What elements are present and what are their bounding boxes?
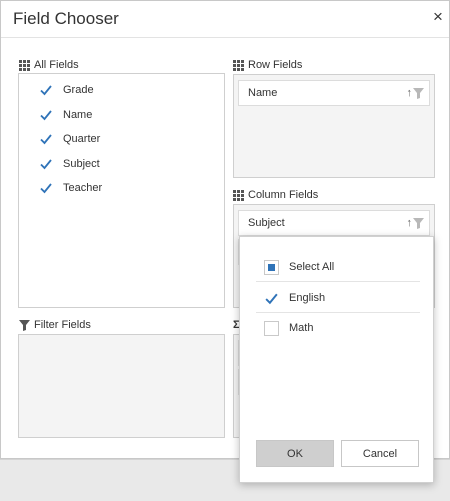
- checkmark-icon[interactable]: [264, 291, 279, 306]
- ok-button[interactable]: OK: [256, 440, 334, 467]
- checkmark-icon[interactable]: [39, 157, 53, 171]
- field-label: Quarter: [63, 133, 101, 145]
- field-item-name[interactable]: Name: [39, 106, 92, 124]
- option-label: English: [289, 292, 326, 304]
- field-label: Grade: [63, 84, 94, 96]
- title-divider: [1, 37, 449, 38]
- chip-label: Subject: [248, 217, 285, 229]
- field-item-subject[interactable]: Subject: [39, 155, 100, 173]
- all-fields-label: All Fields: [34, 59, 79, 71]
- row-fields-header: Row Fields: [233, 58, 302, 72]
- math-checkbox[interactable]: [264, 320, 279, 336]
- cancel-button[interactable]: Cancel: [341, 440, 419, 467]
- all-fields-panel: Grade Name Quarter Subject Teacher: [18, 73, 225, 308]
- row-fields-panel: Name ↑: [233, 74, 435, 178]
- checkmark-icon[interactable]: [39, 181, 53, 195]
- select-all-checkbox[interactable]: [264, 259, 279, 275]
- field-item-quarter[interactable]: Quarter: [39, 130, 100, 148]
- close-icon[interactable]: ×: [430, 8, 446, 26]
- row-fields-label: Row Fields: [248, 59, 303, 71]
- sort-arrow-icon[interactable]: ↑: [407, 217, 413, 229]
- column-fields-label: Column Fields: [248, 189, 319, 201]
- checkmark-icon[interactable]: [39, 132, 53, 146]
- grid-icon: [19, 59, 30, 71]
- checkmark-icon[interactable]: [39, 83, 53, 97]
- filter-option-english[interactable]: English: [264, 289, 325, 307]
- subject-filter-popup: Select All English Math OK Cancel: [239, 236, 434, 483]
- popup-divider: [256, 312, 420, 313]
- grid-icon: [233, 189, 244, 201]
- grid-icon: [233, 59, 244, 71]
- chip-label: Name: [248, 87, 278, 99]
- column-fields-header: Column Fields: [233, 188, 318, 202]
- dialog-title: Field Chooser: [13, 9, 119, 28]
- field-label: Teacher: [63, 182, 103, 194]
- sort-arrow-icon[interactable]: ↑: [407, 87, 413, 99]
- option-label: Select All: [289, 261, 335, 273]
- option-label: Math: [289, 322, 314, 334]
- column-field-chip-subject[interactable]: Subject ↑: [238, 210, 430, 236]
- field-label: Name: [63, 109, 93, 121]
- filter-fields-header: Filter Fields: [19, 318, 91, 332]
- row-field-chip-name[interactable]: Name ↑: [238, 80, 430, 106]
- field-label: Subject: [63, 158, 100, 170]
- filter-option-select-all[interactable]: Select All: [264, 258, 334, 276]
- filter-icon[interactable]: [413, 87, 424, 99]
- field-item-teacher[interactable]: Teacher: [39, 179, 102, 197]
- filter-fields-label: Filter Fields: [34, 319, 91, 331]
- filter-icon[interactable]: [413, 217, 424, 229]
- filter-icon: [19, 319, 30, 331]
- popup-divider: [256, 281, 420, 282]
- filter-option-math[interactable]: Math: [264, 319, 313, 337]
- checkmark-icon[interactable]: [39, 108, 53, 122]
- all-fields-header: All Fields: [19, 58, 79, 72]
- filter-fields-panel: [18, 334, 225, 438]
- field-item-grade[interactable]: Grade: [39, 81, 94, 99]
